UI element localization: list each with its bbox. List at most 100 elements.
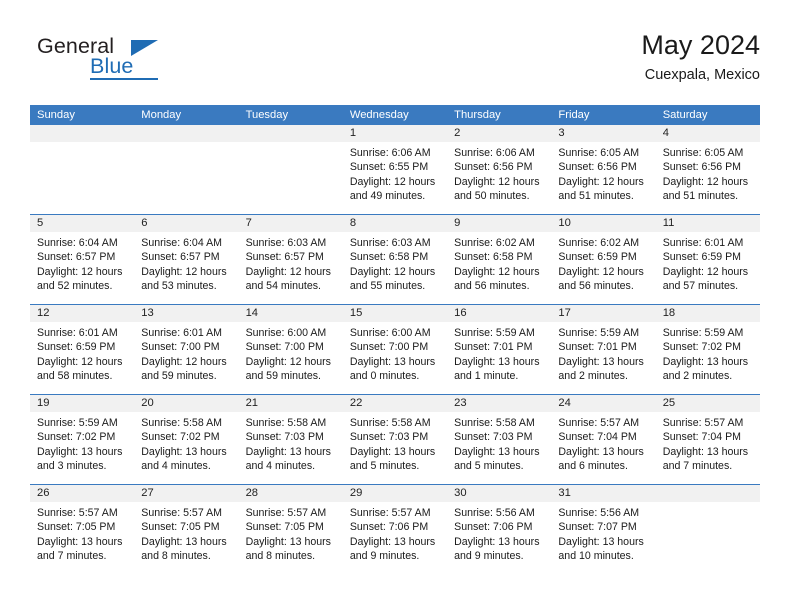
daylight-text-line1: Daylight: 13 hours <box>37 535 123 548</box>
sunset-text: Sunset: 7:00 PM <box>349 341 429 354</box>
day-cell-22[interactable]: 22 Sunrise: 5:58 AM Sunset: 7:03 PM Dayligh… <box>342 395 448 484</box>
day-number: 25 <box>655 395 760 412</box>
day-details: Sunrise: 5:58 AM Sunset: 7:02 PM Daylight:… <box>134 412 238 474</box>
sunset-text: Sunset: 7:02 PM <box>662 341 742 354</box>
daylight-text-line2: and 52 minutes. <box>37 280 113 293</box>
day-cell-18[interactable]: 18 Sunrise: 5:59 AM Sunset: 7:02 PM Dayligh… <box>655 305 760 394</box>
calendar-week-row: 1 Sunrise: 6:06 AM Sunset: 6:55 PM Daylight… <box>30 125 760 214</box>
sunrise-text: Sunrise: 6:01 AM <box>662 237 744 249</box>
daylight-text-line2: and 2 minutes. <box>558 370 628 383</box>
day-cell-15[interactable]: 15 Sunrise: 6:00 AM Sunset: 7:00 PM Dayligh… <box>342 305 448 394</box>
day-cell-14[interactable]: 14 Sunrise: 6:00 AM Sunset: 7:00 PM Dayligh… <box>238 305 343 394</box>
day-number <box>30 125 135 142</box>
title-block: May 2024 Cuexpala, Mexico <box>641 28 760 86</box>
day-cell-24[interactable]: 24 Sunrise: 5:57 AM Sunset: 7:04 PM Dayligh… <box>551 395 656 484</box>
day-cell-4[interactable]: 4 Sunrise: 6:05 AM Sunset: 6:56 PM Daylight… <box>655 125 760 214</box>
day-cell-17[interactable]: 17 Sunrise: 5:59 AM Sunset: 7:01 PM Dayligh… <box>551 305 656 394</box>
day-cell-empty <box>238 125 343 214</box>
daylight-text-line2: and 55 minutes. <box>349 280 426 293</box>
weekday-header-thursday: Thursday <box>454 109 501 121</box>
day-cell-26[interactable]: 26 Sunrise: 5:57 AM Sunset: 7:05 PM Dayligh… <box>30 485 135 574</box>
sunrise-text: Sunrise: 5:58 AM <box>454 417 535 429</box>
day-cell-3[interactable]: 3 Sunrise: 6:05 AM Sunset: 6:56 PM Daylight… <box>551 125 656 214</box>
sunrise-text: Sunrise: 6:00 AM <box>245 327 327 339</box>
day-number <box>655 485 760 502</box>
calendar-week-row: 26 Sunrise: 5:57 AM Sunset: 7:05 PM Dayligh… <box>30 484 760 574</box>
day-cell-25[interactable]: 25 Sunrise: 5:57 AM Sunset: 7:04 PM Dayligh… <box>655 395 760 484</box>
day-cell-27[interactable]: 27 Sunrise: 5:57 AM Sunset: 7:05 PM Dayligh… <box>134 485 239 574</box>
sunset-text: Sunset: 6:57 PM <box>37 251 116 264</box>
sunrise-text: Sunrise: 5:59 AM <box>454 327 535 339</box>
daylight-text-line2: and 56 minutes. <box>454 280 530 293</box>
daylight-text-line2: and 57 minutes. <box>662 280 739 293</box>
sunset-text: Sunset: 7:04 PM <box>662 431 742 444</box>
day-cell-28[interactable]: 28 Sunrise: 5:57 AM Sunset: 7:05 PM Dayligh… <box>238 485 343 574</box>
weekday-header-friday: Friday <box>558 109 590 121</box>
sunset-text: Sunset: 6:57 PM <box>141 251 220 264</box>
daylight-text-line2: and 4 minutes. <box>141 460 211 473</box>
day-cell-16[interactable]: 16 Sunrise: 5:59 AM Sunset: 7:01 PM Dayligh… <box>447 305 552 394</box>
day-cell-8[interactable]: 8 Sunrise: 6:03 AM Sunset: 6:58 PM Daylight… <box>342 215 448 304</box>
sunrise-text: Sunrise: 5:56 AM <box>454 507 535 519</box>
day-cell-20[interactable]: 20 Sunrise: 5:58 AM Sunset: 7:02 PM Dayligh… <box>134 395 239 484</box>
day-number: 15 <box>342 305 448 322</box>
day-details: Sunrise: 6:04 AM Sunset: 6:57 PM Daylight:… <box>134 232 238 294</box>
day-cell-12[interactable]: 12 Sunrise: 6:01 AM Sunset: 6:59 PM Dayligh… <box>30 305 135 394</box>
daylight-text-line2: and 7 minutes. <box>37 550 107 563</box>
sunrise-text: Sunrise: 6:02 AM <box>454 237 535 249</box>
day-details: Sunrise: 6:03 AM Sunset: 6:58 PM Daylight:… <box>343 232 447 294</box>
day-cell-6[interactable]: 6 Sunrise: 6:04 AM Sunset: 6:57 PM Daylight… <box>134 215 239 304</box>
sunset-text: Sunset: 6:58 PM <box>454 251 533 264</box>
day-details: Sunrise: 6:00 AM Sunset: 7:00 PM Daylight:… <box>343 322 447 384</box>
weekday-header-monday: Monday <box>141 109 182 121</box>
sunset-text: Sunset: 6:56 PM <box>454 161 533 174</box>
day-cell-19[interactable]: 19 Sunrise: 5:59 AM Sunset: 7:02 PM Dayligh… <box>30 395 135 484</box>
day-details: Sunrise: 6:06 AM Sunset: 6:55 PM Daylight:… <box>343 142 447 204</box>
sunrise-text: Sunrise: 6:01 AM <box>141 327 222 339</box>
day-cell-9[interactable]: 9 Sunrise: 6:02 AM Sunset: 6:58 PM Daylight… <box>447 215 552 304</box>
day-cell-empty <box>134 125 239 214</box>
weekday-header-saturday: Saturday <box>662 109 708 121</box>
day-cell-1[interactable]: 1 Sunrise: 6:06 AM Sunset: 6:55 PM Daylight… <box>342 125 448 214</box>
daylight-text-line1: Daylight: 13 hours <box>349 535 436 548</box>
day-number: 24 <box>551 395 656 412</box>
day-details: Sunrise: 5:59 AM Sunset: 7:02 PM Daylight:… <box>30 412 134 474</box>
day-cell-30[interactable]: 30 Sunrise: 5:56 AM Sunset: 7:06 PM Dayligh… <box>447 485 552 574</box>
day-number: 27 <box>134 485 239 502</box>
day-cell-7[interactable]: 7 Sunrise: 6:03 AM Sunset: 6:57 PM Daylight… <box>238 215 343 304</box>
day-cell-31[interactable]: 31 Sunrise: 5:56 AM Sunset: 7:07 PM Dayligh… <box>551 485 656 574</box>
sunset-text: Sunset: 6:58 PM <box>349 251 429 264</box>
day-number: 6 <box>134 215 239 232</box>
day-cell-10[interactable]: 10 Sunrise: 6:02 AM Sunset: 6:59 PM Dayligh… <box>551 215 656 304</box>
daylight-text-line1: Daylight: 12 hours <box>558 175 644 188</box>
logo-text-blue: Blue <box>90 54 134 78</box>
calendar-page: General Blue May 2024 Cuexpala, Mexico S… <box>0 0 792 612</box>
weekday-header-wednesday: Wednesday <box>349 109 409 121</box>
day-cell-29[interactable]: 29 Sunrise: 5:57 AM Sunset: 7:06 PM Dayligh… <box>342 485 448 574</box>
day-cell-23[interactable]: 23 Sunrise: 5:58 AM Sunset: 7:03 PM Dayligh… <box>447 395 552 484</box>
day-cell-21[interactable]: 21 Sunrise: 5:58 AM Sunset: 7:03 PM Dayligh… <box>238 395 343 484</box>
sunrise-text: Sunrise: 6:05 AM <box>558 147 640 159</box>
page-subtitle: Cuexpala, Mexico <box>644 67 760 83</box>
daylight-text-line1: Daylight: 12 hours <box>37 355 123 368</box>
day-details: Sunrise: 6:02 AM Sunset: 6:58 PM Daylight:… <box>447 232 551 294</box>
daylight-text-line2: and 6 minutes. <box>558 460 628 473</box>
day-number: 29 <box>342 485 448 502</box>
day-cell-5[interactable]: 5 Sunrise: 6:04 AM Sunset: 6:57 PM Daylight… <box>30 215 135 304</box>
day-details: Sunrise: 6:02 AM Sunset: 6:59 PM Daylight:… <box>551 232 655 294</box>
calendar-week-row: 12 Sunrise: 6:01 AM Sunset: 6:59 PM Dayligh… <box>30 304 760 394</box>
day-cell-11[interactable]: 11 Sunrise: 6:01 AM Sunset: 6:59 PM Dayligh… <box>655 215 760 304</box>
daylight-text-line1: Daylight: 13 hours <box>454 355 540 368</box>
daylight-text-line2: and 51 minutes. <box>558 190 634 203</box>
daylight-text-line2: and 9 minutes. <box>454 550 524 563</box>
sunrise-text: Sunrise: 5:57 AM <box>141 507 222 519</box>
day-cell-empty <box>655 485 760 574</box>
day-cell-13[interactable]: 13 Sunrise: 6:01 AM Sunset: 7:00 PM Dayligh… <box>134 305 239 394</box>
day-number: 22 <box>342 395 448 412</box>
day-cell-2[interactable]: 2 Sunrise: 6:06 AM Sunset: 6:56 PM Daylight… <box>447 125 552 214</box>
daylight-text-line1: Daylight: 13 hours <box>245 445 331 458</box>
sunrise-text: Sunrise: 5:59 AM <box>662 327 744 339</box>
sunset-text: Sunset: 6:56 PM <box>558 161 637 174</box>
daylight-text-line1: Daylight: 13 hours <box>141 445 227 458</box>
day-details: Sunrise: 5:57 AM Sunset: 7:04 PM Daylight:… <box>656 412 760 474</box>
